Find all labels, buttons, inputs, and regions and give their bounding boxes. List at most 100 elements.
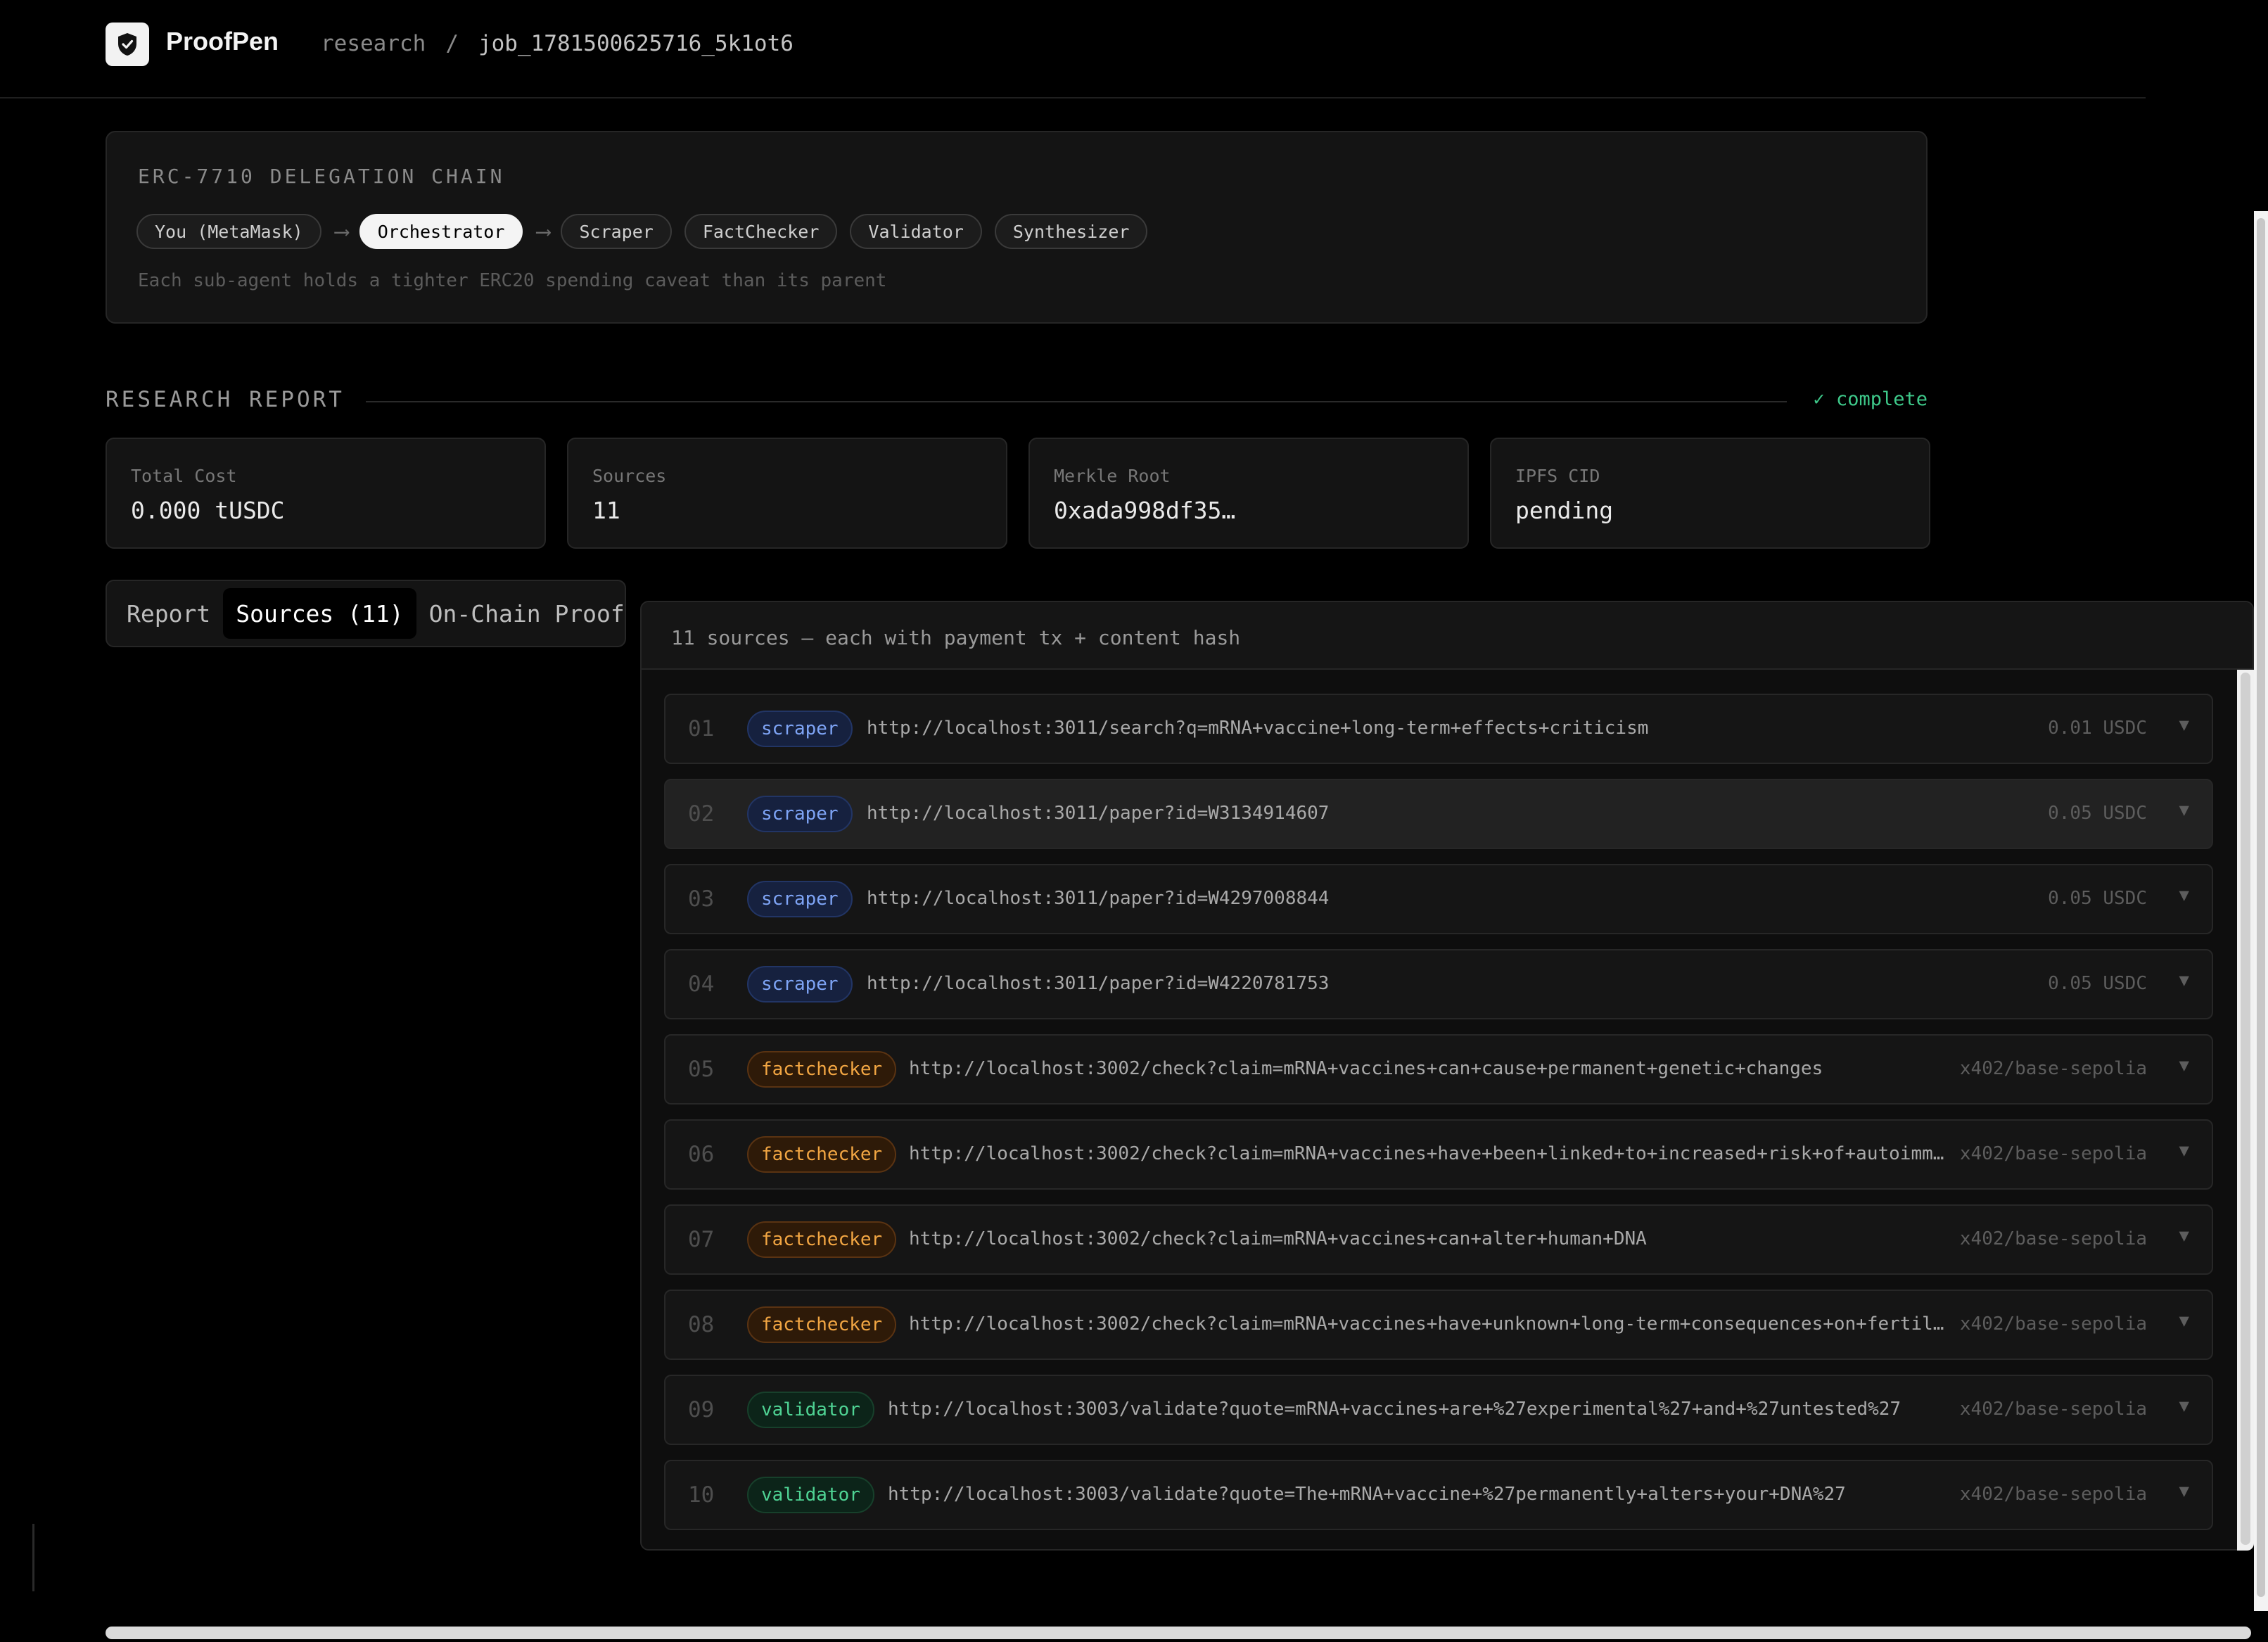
- scrollbar-thumb[interactable]: [2241, 673, 2250, 1545]
- source-row[interactable]: 07 factchecker http://localhost:3002/check…: [664, 1204, 2213, 1275]
- agent-tag: validator: [747, 1392, 874, 1428]
- scrollbar-thumb[interactable]: [2257, 218, 2265, 1597]
- agent-tag: scraper: [747, 966, 853, 1003]
- chain-node-you-metamask[interactable]: You (MetaMask): [136, 214, 321, 249]
- source-row[interactable]: 06 factchecker http://localhost:3002/check…: [664, 1119, 2213, 1190]
- stat-value: 11: [592, 497, 620, 524]
- chevron-down-icon[interactable]: ▼: [2179, 715, 2189, 734]
- page-vertical-scrollbar[interactable]: [2254, 211, 2268, 1611]
- source-url[interactable]: http://localhost:3011/paper?id=W42207817…: [867, 973, 1947, 994]
- stat-value: 0.000 tUSDC: [131, 497, 285, 524]
- sources-panel-header: 11 sources — each with payment tx + cont…: [642, 602, 2253, 670]
- breadcrumb: research / job_1781500625716_5k1ot6: [321, 31, 794, 56]
- brand-name[interactable]: ProofPen: [166, 27, 279, 56]
- research-report-header: RESEARCH REPORT ✓ complete: [106, 386, 1928, 416]
- stat-label: Total Cost: [131, 466, 237, 486]
- chevron-down-icon[interactable]: ▼: [2179, 1481, 2189, 1501]
- source-url[interactable]: http://localhost:3011/paper?id=W31349146…: [867, 803, 1947, 824]
- chain-node-factchecker[interactable]: FactChecker: [684, 214, 838, 249]
- report-tabs: Report Sources (11) On-Chain Proof: [106, 580, 626, 647]
- agent-tag: factchecker: [747, 1136, 897, 1173]
- agent-tag: scraper: [747, 711, 853, 747]
- sources-scrollbar[interactable]: [2237, 670, 2254, 1551]
- breadcrumb-research[interactable]: research: [321, 31, 426, 56]
- status-badge: ✓ complete: [1813, 388, 1928, 410]
- payment-info: x402/base-sepolia: [1959, 1058, 2147, 1079]
- stat-card-ipfs-cid: IPFS CID pending: [1490, 438, 1930, 549]
- delegation-chain-card: ERC-7710 DELEGATION CHAIN You (MetaMask)…: [106, 131, 1928, 324]
- source-row[interactable]: 03 scraper http://localhost:3011/paper?id=…: [664, 864, 2213, 934]
- agent-tag: scraper: [747, 796, 853, 832]
- source-row[interactable]: 02 scraper http://localhost:3011/paper?id=…: [664, 779, 2213, 849]
- stat-card-total-cost: Total Cost 0.000 tUSDC: [106, 438, 546, 549]
- chevron-down-icon[interactable]: ▼: [2179, 885, 2189, 905]
- chevron-down-icon[interactable]: ▼: [2179, 1311, 2189, 1330]
- arrow-right-icon: ⟶: [335, 219, 348, 244]
- source-index: 01: [688, 716, 715, 742]
- payment-info: 0.05 USDC: [2048, 973, 2147, 994]
- source-url[interactable]: http://localhost:3003/validate?quote=mRN…: [888, 1399, 1947, 1420]
- chevron-down-icon[interactable]: ▼: [2179, 1140, 2189, 1160]
- payment-info: x402/base-sepolia: [1959, 1143, 2147, 1164]
- arrow-right-icon: ⟶: [537, 219, 550, 244]
- source-url[interactable]: http://localhost:3011/paper?id=W42970088…: [867, 888, 1947, 909]
- tab-report[interactable]: Report: [114, 588, 223, 639]
- source-row[interactable]: 09 validator http://localhost:3003/validat…: [664, 1375, 2213, 1445]
- source-index: 09: [688, 1397, 715, 1423]
- shield-check-icon[interactable]: [106, 23, 149, 66]
- payment-info: x402/base-sepolia: [1959, 1228, 2147, 1249]
- chevron-down-icon[interactable]: ▼: [2179, 1226, 2189, 1245]
- chain-node-orchestrator[interactable]: Orchestrator: [359, 214, 523, 249]
- source-row[interactable]: 08 factchecker http://localhost:3002/check…: [664, 1290, 2213, 1360]
- source-index: 03: [688, 886, 715, 912]
- agent-tag: factchecker: [747, 1051, 897, 1088]
- source-index: 06: [688, 1142, 715, 1167]
- text-cursor: [32, 1524, 34, 1591]
- source-url[interactable]: http://localhost:3003/validate?quote=The…: [888, 1484, 1947, 1505]
- stat-value: pending: [1515, 497, 1614, 524]
- delegation-chain-title: ERC-7710 DELEGATION CHAIN: [138, 165, 505, 188]
- source-url[interactable]: http://localhost:3002/check?claim=mRNA+v…: [909, 1313, 1947, 1335]
- divider: [366, 401, 1787, 402]
- agent-tag: factchecker: [747, 1306, 897, 1343]
- source-url[interactable]: http://localhost:3002/check?claim=mRNA+v…: [909, 1228, 1947, 1249]
- source-url[interactable]: http://localhost:3011/search?q=mRNA+vacc…: [867, 718, 1947, 739]
- source-url[interactable]: http://localhost:3002/check?claim=mRNA+v…: [909, 1143, 1947, 1164]
- delegation-note: Each sub-agent holds a tighter ERC20 spe…: [138, 270, 887, 291]
- source-index: 02: [688, 801, 715, 827]
- chevron-down-icon[interactable]: ▼: [2179, 800, 2189, 820]
- payment-info: x402/base-sepolia: [1959, 1313, 2147, 1335]
- chain-node-synthesizer[interactable]: Synthesizer: [994, 214, 1148, 249]
- source-row[interactable]: 04 scraper http://localhost:3011/paper?id=…: [664, 949, 2213, 1019]
- stat-value[interactable]: 0xada998df35…: [1054, 497, 1235, 524]
- source-index: 04: [688, 972, 715, 997]
- chevron-down-icon[interactable]: ▼: [2179, 1055, 2189, 1075]
- source-url[interactable]: http://localhost:3002/check?claim=mRNA+v…: [909, 1058, 1947, 1079]
- chain-node-validator[interactable]: Validator: [850, 214, 982, 249]
- source-row[interactable]: 05 factchecker http://localhost:3002/check…: [664, 1034, 2213, 1105]
- source-index: 10: [688, 1482, 715, 1508]
- payment-info: 0.05 USDC: [2048, 888, 2147, 909]
- stat-label: Sources: [592, 466, 667, 486]
- tab-on-chain-proof[interactable]: On-Chain Proof: [416, 588, 637, 639]
- page-horizontal-scrollbar[interactable]: [106, 1627, 2251, 1639]
- source-row[interactable]: 10 validator http://localhost:3003/validat…: [664, 1460, 2213, 1530]
- stat-label: IPFS CID: [1515, 466, 1600, 486]
- payment-info: x402/base-sepolia: [1959, 1484, 2147, 1505]
- chevron-down-icon[interactable]: ▼: [2179, 1396, 2189, 1415]
- research-report-title: RESEARCH REPORT: [106, 387, 345, 412]
- payment-info: 0.05 USDC: [2048, 803, 2147, 824]
- source-row[interactable]: 01 scraper http://localhost:3011/search?q=…: [664, 694, 2213, 764]
- stat-card-merkle-root: Merkle Root 0xada998df35…: [1028, 438, 1469, 549]
- delegation-chain: You (MetaMask) ⟶ Orchestrator ⟶ Scraper FactC…: [136, 214, 1160, 249]
- tab-sources[interactable]: Sources (11): [223, 588, 416, 639]
- stat-label: Merkle Root: [1054, 466, 1171, 486]
- sources-list: 01 scraper http://localhost:3011/search?q=…: [664, 694, 2213, 1545]
- source-index: 07: [688, 1227, 715, 1252]
- stat-card-sources: Sources 11: [567, 438, 1007, 549]
- sources-panel: 11 sources — each with payment tx + cont…: [640, 601, 2254, 1551]
- chain-node-scraper[interactable]: Scraper: [561, 214, 672, 249]
- payment-info: 0.01 USDC: [2048, 718, 2147, 739]
- chevron-down-icon[interactable]: ▼: [2179, 970, 2189, 990]
- source-index: 05: [688, 1057, 715, 1082]
